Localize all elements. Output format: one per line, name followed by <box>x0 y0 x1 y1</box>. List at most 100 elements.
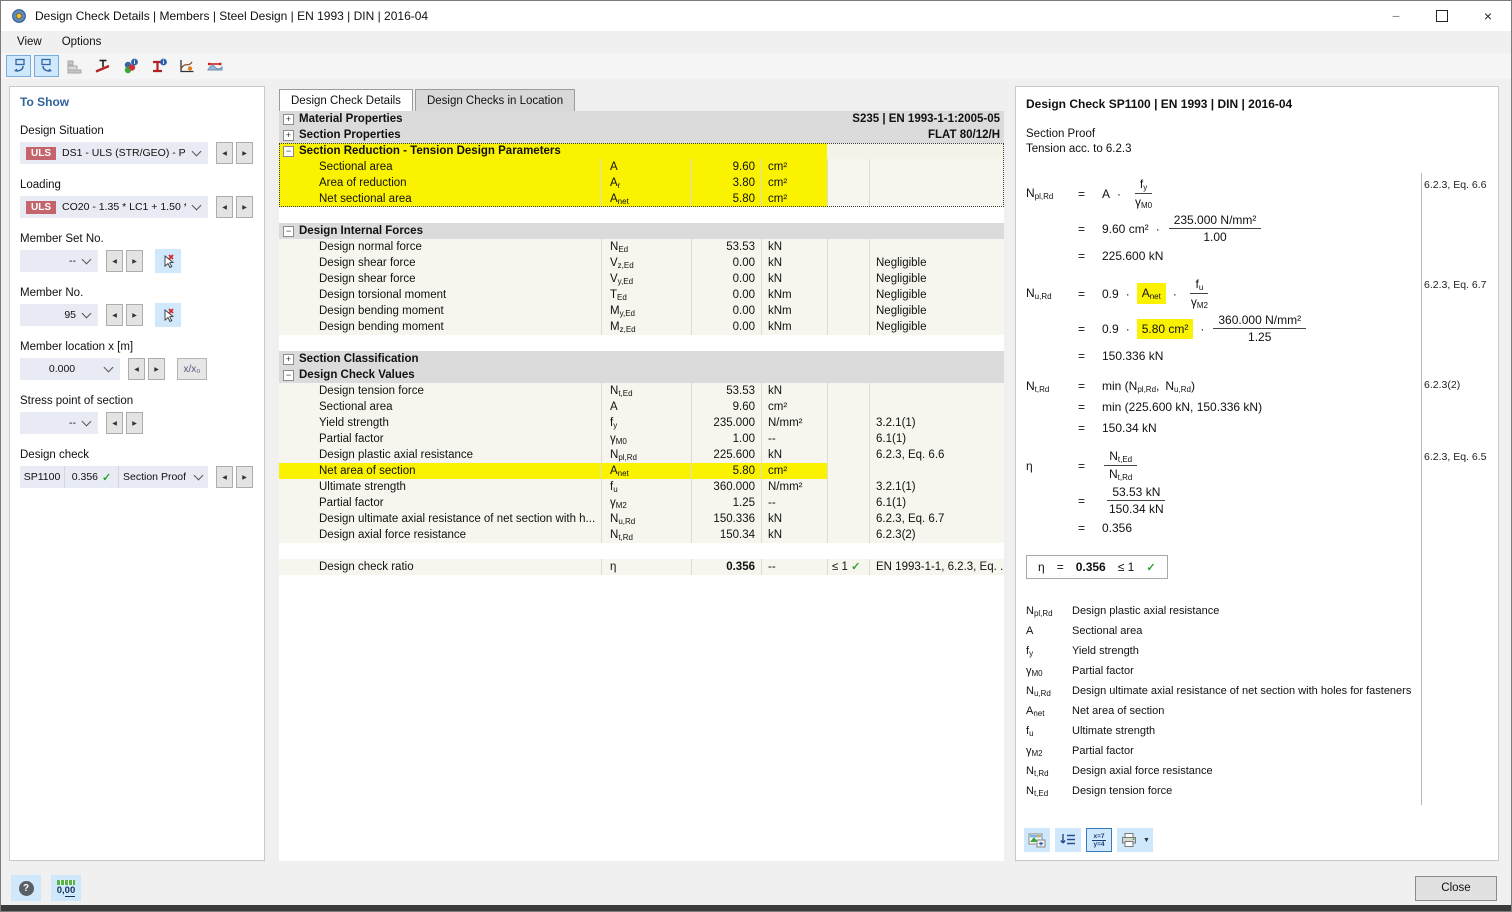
member-no-pick-button[interactable] <box>155 303 181 327</box>
cell-reference <box>869 463 1004 479</box>
table-row[interactable]: Design bending moment Mz,Ed 0.00 kNm Negligi… <box>279 319 1004 335</box>
maximize-button[interactable] <box>1419 1 1465 31</box>
relative-location-button[interactable]: x/x₀ <box>177 358 207 380</box>
table-row[interactable]: Net area of section Anet 5.80 cm² <box>279 463 1004 479</box>
stress-point-prev-button[interactable]: ◀ <box>106 412 123 434</box>
close-button[interactable]: Close <box>1415 875 1497 901</box>
member-no-prev-button[interactable]: ◀ <box>106 304 123 326</box>
table-row[interactable]: Design shear force Vy,Ed 0.00 kN Negligible <box>279 271 1004 287</box>
symbol-subscript: z,Ed <box>619 325 636 334</box>
export-graphic-button[interactable] <box>1024 828 1050 852</box>
close-window-button[interactable]: × <box>1465 1 1511 31</box>
legend-item: Nu,Rd Design ultimate axial resistance of… <box>1026 685 1498 705</box>
table-row[interactable]: Sectional area A 9.60 cm² <box>279 159 1004 175</box>
section-label: Section Properties <box>299 129 401 141</box>
arrow-right-icon: ▶ <box>154 366 159 373</box>
table-section-header[interactable]: + Section Properties FLAT 80/12/H <box>279 127 1004 143</box>
arrow-left-icon: ◀ <box>222 474 227 481</box>
cell-description: Design ultimate axial resistance of net … <box>319 513 596 525</box>
table-row[interactable]: Design plastic axial resistance Npl,Rd 225… <box>279 447 1004 463</box>
loading-prev-button[interactable]: ◀ <box>216 196 233 218</box>
design-ratio-result-box: η = 0.356 ≤ 1 ✓ <box>1026 555 1168 579</box>
member-location-select[interactable]: 0.000 <box>20 358 120 380</box>
member-location-next-button[interactable]: ▶ <box>148 358 165 380</box>
menu-options[interactable]: Options <box>52 33 112 51</box>
member-no-next-button[interactable]: ▶ <box>126 304 143 326</box>
table-row[interactable]: Partial factor γM2 1.25 -- 6.1(1) <box>279 495 1004 511</box>
table-row[interactable]: Yield strength fy 235.000 N/mm² 3.2.1(1) <box>279 415 1004 431</box>
arrow-right-icon: ▶ <box>242 474 247 481</box>
expand-toggle-icon[interactable]: + <box>283 129 294 141</box>
table-row[interactable]: Ultimate strength fu 360.000 N/mm² 3.2.1(1) <box>279 479 1004 495</box>
design-situation-select[interactable]: ULS DS1 - ULS (STR/GEO) - Perm... <box>20 142 208 164</box>
table-section: + Section Properties FLAT 80/12/H <box>279 127 1004 143</box>
member-location-prev-button[interactable]: ◀ <box>128 358 145 380</box>
loading-select[interactable]: ULS CO20 - 1.35 * LC1 + 1.50 * LC... <box>20 196 208 218</box>
stress-point-select[interactable]: -- <box>20 412 98 434</box>
table-section-header[interactable]: − Design Check Values <box>279 367 1004 383</box>
design-check-proof-select[interactable]: Section Proof ... <box>118 466 208 488</box>
design-check-code[interactable]: SP1100 <box>20 466 64 488</box>
member-set-select[interactable]: -- <box>20 250 98 272</box>
member-diagram-button[interactable] <box>202 55 227 77</box>
expand-toggle-icon[interactable]: − <box>283 369 294 381</box>
loading-next-button[interactable]: ▶ <box>236 196 253 218</box>
table-row[interactable]: Design axial force resistance Nt,Rd 150.34… <box>279 527 1004 543</box>
table-section-header[interactable]: − Section Reduction - Tension Design Para… <box>279 143 1004 159</box>
table-section-header[interactable]: + Material Properties S235 | EN 1993-1-1:2… <box>279 111 1004 127</box>
legend-description: Sectional area <box>1072 625 1143 637</box>
table-row[interactable]: Design torsional moment TEd 0.00 kNm Negligi… <box>279 287 1004 303</box>
decimal-places-button[interactable]: 0,00 <box>51 875 81 901</box>
check-icon: ✓ <box>851 561 861 573</box>
table-row[interactable]: Design tension force Nt,Ed 53.53 kN <box>279 383 1004 399</box>
cell-description: Design tension force <box>319 385 424 397</box>
design-situation-next-button[interactable]: ▶ <box>236 142 253 164</box>
table-section-header[interactable]: + Section Classification <box>279 351 1004 367</box>
design-check-ratio[interactable]: 0.356 ✓ <box>64 466 118 488</box>
chevron-down-icon <box>81 254 92 265</box>
tab-design-checks-in-location[interactable]: Design Checks in Location <box>414 89 576 111</box>
minimize-button[interactable]: − <box>1373 1 1419 31</box>
member-set-prev-button[interactable]: ◀ <box>106 250 123 272</box>
design-situation-prev-button[interactable]: ◀ <box>216 142 233 164</box>
jump-to-location-button[interactable] <box>34 55 59 77</box>
section-info-button[interactable]: i <box>146 55 171 77</box>
table-row[interactable]: Design ultimate axial resistance of net … <box>279 511 1004 527</box>
symbol: γM0 <box>1135 195 1153 210</box>
detail-settings-button[interactable] <box>1055 828 1081 852</box>
expand-toggle-icon[interactable]: − <box>283 145 294 157</box>
formula-line: = 53.53 kN 150.34 kN <box>1026 485 1414 516</box>
stress-diagram-button[interactable] <box>174 55 199 77</box>
table-row[interactable]: Design check ratio η 0.356 -- ≤ 1 ✓ EN 1993-1… <box>279 559 1004 575</box>
table-row[interactable]: Net sectional area Anet 5.80 cm² <box>279 191 1004 207</box>
menu-view[interactable]: View <box>7 33 52 51</box>
material-info-button[interactable]: i <box>118 55 143 77</box>
tab-design-check-details[interactable]: Design Check Details <box>279 89 413 111</box>
design-check-prev-button[interactable]: ◀ <box>216 466 233 488</box>
expand-toggle-icon[interactable]: + <box>283 113 294 125</box>
design-check-next-button[interactable]: ▶ <box>236 466 253 488</box>
cell-symbol: Nt,Rd <box>601 527 691 543</box>
cell-description: Sectional area <box>319 401 393 413</box>
cell-description: Design bending moment <box>319 321 444 333</box>
table-row[interactable]: Partial factor γM0 1.00 -- 6.1(1) <box>279 431 1004 447</box>
member-set-pick-button[interactable] <box>155 249 181 273</box>
expand-toggle-icon[interactable]: + <box>283 353 294 365</box>
print-button[interactable]: ▼ <box>1117 828 1153 852</box>
member-no-select[interactable]: 95 <box>20 304 98 326</box>
help-button[interactable]: ? <box>11 875 41 901</box>
table-row[interactable]: Area of reduction Ar 3.80 cm² <box>279 175 1004 191</box>
stress-point-button[interactable] <box>90 55 115 77</box>
table-row[interactable]: Design normal force NEd 53.53 kN <box>279 239 1004 255</box>
values-display-button[interactable]: x=7 y=4 <box>1086 828 1112 852</box>
table-row[interactable]: Design shear force Vz,Ed 0.00 kN Negligible <box>279 255 1004 271</box>
table-row[interactable]: Design bending moment My,Ed 0.00 kNm Negligi… <box>279 303 1004 319</box>
member-set-next-button[interactable]: ▶ <box>126 250 143 272</box>
cell-symbol: Vz,Ed <box>601 255 691 271</box>
expand-toggle-icon[interactable]: − <box>283 225 294 237</box>
result-diagram-button[interactable] <box>62 55 87 77</box>
table-section-header[interactable]: − Design Internal Forces <box>279 223 1004 239</box>
table-row[interactable]: Sectional area A 9.60 cm² <box>279 399 1004 415</box>
stress-point-next-button[interactable]: ▶ <box>126 412 143 434</box>
jump-to-member-button[interactable] <box>6 55 31 77</box>
